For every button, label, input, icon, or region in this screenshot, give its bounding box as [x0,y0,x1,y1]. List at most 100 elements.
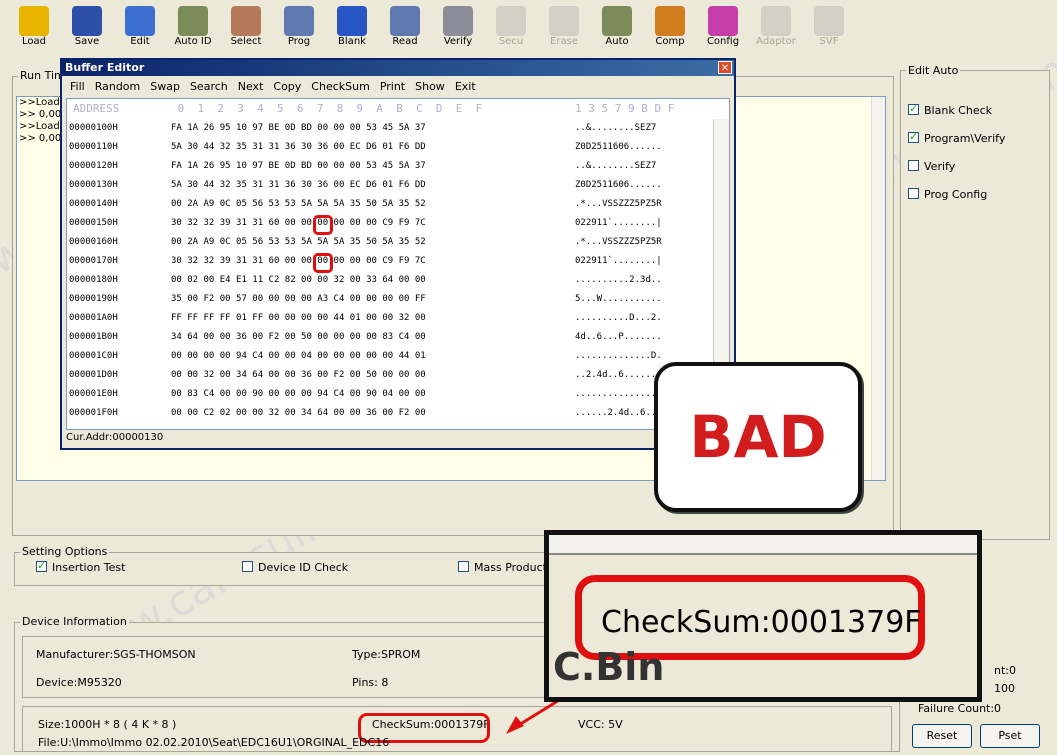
edit-auto-option[interactable]: Verify [908,160,1048,188]
toolbar-button-label: Comp [655,36,685,47]
toolbar-button[interactable]: Config [697,6,749,58]
hex-row[interactable]: 00000140H 00 2A A9 0C 05 56 53 53 5A 5A 5… [67,195,729,214]
mass-production-checkbox[interactable]: Mass Productio [458,561,557,574]
hex-row[interactable]: 000001B0H 34 64 00 00 36 00 F2 00 50 00 0… [67,328,729,347]
adaptor-icon [761,6,791,36]
hex-address: 00000130H [69,180,118,190]
edit-auto-option[interactable]: Program\Verify [908,130,1048,160]
hex-header: ADDRESS 0 1 2 3 4 5 6 7 8 9 A B C D E F … [67,99,729,119]
toolbar-button[interactable]: Edit [114,6,166,58]
hex-row[interactable]: 00000120H FA 1A 26 95 10 97 BE 0D BD 00 0… [67,157,729,176]
edit-auto-option[interactable]: Blank Check [908,102,1048,132]
hex-address: 000001A0H [69,313,118,323]
toolbar-button[interactable]: Auto ID [167,6,219,58]
zoom-checksum-text: CheckSum:0001379F [601,605,922,640]
hex-row[interactable]: 00000160H 00 2A A9 0C 05 56 53 53 5A 5A 5… [67,233,729,252]
device-id-check-checkbox[interactable]: Device ID Check [242,561,348,574]
toolbar-button[interactable]: Erase [538,6,590,58]
hex-row[interactable]: 000001D0H 00 00 32 00 34 64 00 00 36 00 F… [67,366,729,385]
chip-read-icon [390,6,420,36]
toolbar-button-label: Auto [605,36,629,47]
zoom-bar [549,535,977,555]
bad-callout: BAD [654,362,862,512]
toolbar-button[interactable]: SVF [803,6,855,58]
lock-icon [496,6,526,36]
buffer-editor-title: Buffer Editor [62,60,734,76]
menu-item-print[interactable]: Print [380,78,405,96]
hex-view[interactable]: ADDRESS 0 1 2 3 4 5 6 7 8 9 A B C D E F … [66,98,730,430]
toolbar-button[interactable]: Secu [485,6,537,58]
hex-row[interactable]: 00000110H 5A 30 44 32 35 31 31 36 30 36 0… [67,138,729,157]
hex-address: 000001C0H [69,351,118,361]
close-icon[interactable]: ✕ [718,61,732,74]
buffer-editor-menu: Fill Random Swap Search Next Copy CheckSum Prin… [62,78,734,96]
hex-ascii: ......2.4d..6... [575,408,662,418]
edit-auto-option-label: Prog Config [924,188,988,201]
hex-bytes: 00 83 C4 00 00 90 00 00 00 94 C4 00 90 0… [171,389,426,399]
menu-item-copy[interactable]: Copy [273,78,301,96]
toolbar-button[interactable]: Select [220,6,272,58]
checkbox-icon [908,188,919,199]
hex-bytes: FA 1A 26 95 10 97 BE 0D BD 00 00 00 53 4… [171,123,426,133]
toolbar-button-label: Edit [130,36,150,47]
toolbar-button-label: Erase [550,36,578,47]
hex-row[interactable]: 00000150H 30 32 32 39 31 31 60 00 00 00 0… [67,214,729,233]
hex-address: 00000150H [69,218,118,228]
toolbar-button[interactable]: Verify [432,6,484,58]
hex-bytes: 00 2A A9 0C 05 56 53 53 5A 5A 5A 35 50 5… [171,199,426,209]
menu-item-search[interactable]: Search [190,78,228,96]
menu-item-fill[interactable]: Fill [70,78,85,96]
hex-row[interactable]: 000001F0H 00 00 C2 02 00 00 32 00 34 64 0… [67,404,729,423]
toolbar-button[interactable]: Load [8,6,60,58]
file-path-text: File:U:\Immo\Immo 02.02.2010\Seat\EDC16U… [38,736,390,749]
pset-button[interactable]: Pset [980,724,1040,748]
runtime-scrollbar[interactable] [871,97,885,480]
hex-row[interactable]: 000001A0H FF FF FF FF 01 FF 00 00 00 00 4… [67,309,729,328]
menu-item-show[interactable]: Show [415,78,445,96]
menu-item-random[interactable]: Random [95,78,141,96]
hex-row[interactable]: 00000180H 00 02 00 E4 E1 11 C2 82 00 00 3… [67,271,729,290]
svf-chip-icon [814,6,844,36]
hex-bytes: 34 64 00 00 36 00 F2 00 50 00 00 00 00 8… [171,332,426,342]
hex-row[interactable]: 00000170H 30 32 32 39 31 31 60 00 00 00 0… [67,252,729,271]
hex-ascii: 5...W........... [575,294,662,304]
hex-row[interactable]: 000001C0H 00 00 00 00 94 C4 00 00 04 00 0… [67,347,729,366]
menu-item-exit[interactable]: Exit [455,78,476,96]
toolbar-button[interactable]: Prog [273,6,325,58]
hex-address: 00000110H [69,142,118,152]
hex-address: 000001D0H [69,370,118,380]
zoom-tail-text: C.Bin [553,645,665,689]
menu-item-swap[interactable]: Swap [150,78,180,96]
chip-gears-icon [178,6,208,36]
hex-row[interactable]: 000001E0H 00 83 C4 00 00 90 00 00 00 94 C… [67,385,729,404]
chip-arrow-icon [284,6,314,36]
reset-button[interactable]: Reset [912,724,972,748]
edit-auto-option-label: Blank Check [924,104,993,117]
hex-address: 00000170H [69,256,118,266]
insertion-test-checkbox[interactable]: Insertion Test [36,559,125,574]
menu-item-next[interactable]: Next [238,78,264,96]
toolbar-button[interactable]: Blank [326,6,378,58]
checkbox-icon [458,561,469,572]
toolbar-button[interactable]: Save [61,6,113,58]
toolbar-button-label: Save [74,36,100,47]
eraser-chip-icon [549,6,579,36]
edit-pen-icon [125,6,155,36]
setting-options-title: Setting Options [20,545,110,558]
count-fragment: nt:0 [994,664,1016,677]
toolbar-button[interactable]: Auto [591,6,643,58]
hex-row[interactable]: 00000130H 5A 30 44 32 35 31 31 36 30 36 0… [67,176,729,195]
hex-row[interactable]: 00000190H 35 00 F2 00 57 00 00 00 00 A3 C… [67,290,729,309]
toolbar-button[interactable]: Adaptor [750,6,802,58]
toolbar-button[interactable]: Comp [644,6,696,58]
hex-bytes: FF FF FF FF 01 FF 00 00 00 00 44 01 00 0… [171,313,426,323]
edit-auto-option[interactable]: Prog Config [908,188,1048,216]
checkbox-icon [908,102,919,115]
pins-text: Pins: 8 [352,676,389,689]
buffer-editor-window: Buffer Editor ✕ Fill Random Swap Search Next… [60,58,736,450]
manufacturer-text: Manufacturer:SGS-THOMSON [36,648,196,661]
toolbar-button[interactable]: Read [379,6,431,58]
menu-item-checksum[interactable]: CheckSum [311,78,370,96]
hex-address: 00000120H [69,161,118,171]
hex-row[interactable]: 00000100H FA 1A 26 95 10 97 BE 0D BD 00 0… [67,119,729,138]
